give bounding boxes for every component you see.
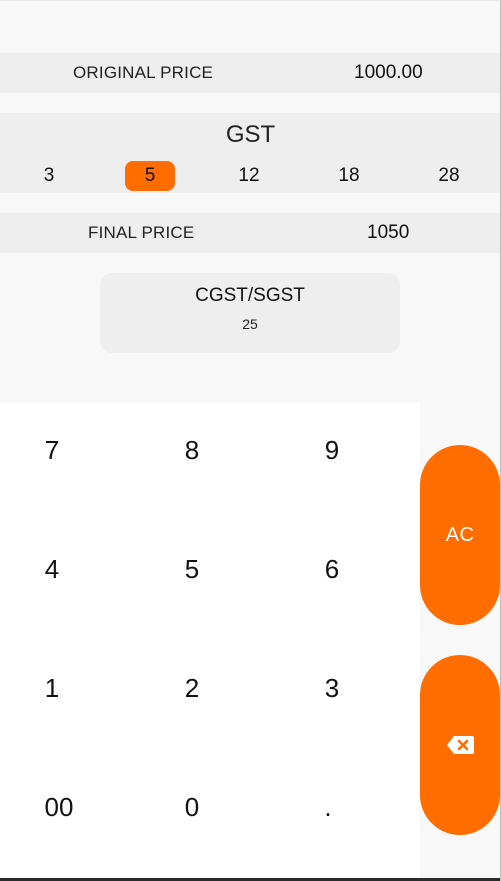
original-price-row: ORIGINAL PRICE 1000.00 — [0, 53, 500, 93]
final-price-row: FINAL PRICE 1050 — [0, 213, 500, 253]
original-price-label: ORIGINAL PRICE — [73, 63, 214, 82]
key-3[interactable]: 3 — [272, 653, 392, 723]
gst-selector-panel: GST 3 5 12 18 28 — [0, 113, 500, 193]
all-clear-button[interactable]: AC — [420, 445, 500, 625]
gst-option-18[interactable]: 18 — [310, 161, 388, 191]
gst-option-3[interactable]: 3 — [10, 161, 88, 191]
key-1[interactable]: 1 — [0, 653, 112, 723]
key-00[interactable]: 00 — [0, 772, 119, 842]
key-5[interactable]: 5 — [132, 534, 252, 604]
key-6[interactable]: 6 — [272, 534, 392, 604]
original-price-value: 1000.00 — [354, 62, 423, 83]
final-price-label: FINAL PRICE — [88, 223, 195, 242]
gst-option-12[interactable]: 12 — [210, 161, 288, 191]
cgst-sgst-card: CGST/SGST 25 — [100, 273, 400, 353]
final-price-value: 1050 — [367, 222, 410, 243]
key-8[interactable]: 8 — [132, 415, 252, 485]
backspace-button[interactable] — [420, 655, 500, 835]
gst-calculator-screen: ORIGINAL PRICE 1000.00 GST 3 5 12 18 28 … — [0, 0, 501, 881]
gst-option-5[interactable]: 5 — [125, 161, 175, 191]
gst-title: GST — [225, 121, 276, 148]
cgst-sgst-value: 25 — [242, 316, 258, 332]
key-decimal[interactable]: . — [268, 772, 388, 842]
key-2[interactable]: 2 — [132, 653, 252, 723]
key-7[interactable]: 7 — [0, 415, 112, 485]
key-9[interactable]: 9 — [272, 415, 392, 485]
backspace-icon — [447, 736, 474, 754]
key-4[interactable]: 4 — [0, 534, 112, 604]
gst-option-28[interactable]: 28 — [410, 161, 488, 191]
numeric-keypad: 7 8 9 4 5 6 1 2 3 00 0 . — [0, 403, 420, 879]
cgst-sgst-title: CGST/SGST — [195, 285, 305, 306]
key-0[interactable]: 0 — [132, 772, 252, 842]
